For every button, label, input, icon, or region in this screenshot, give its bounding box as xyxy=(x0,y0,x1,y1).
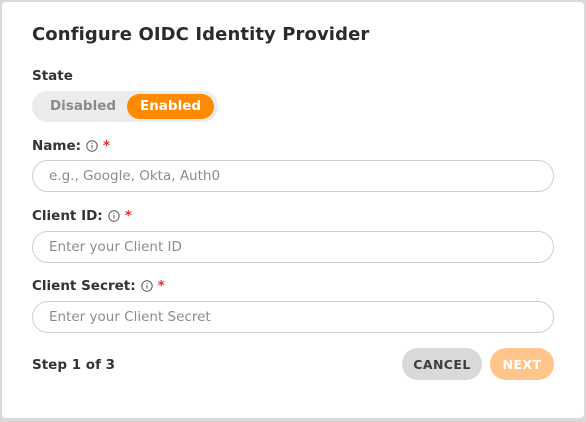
state-toggle[interactable]: Disabled Enabled xyxy=(32,91,218,122)
info-icon[interactable] xyxy=(108,210,120,222)
client-id-label-row: Client ID: * xyxy=(32,208,132,224)
name-label-row: Name: * xyxy=(32,138,110,154)
name-input[interactable] xyxy=(32,160,554,192)
client-secret-label: Client Secret: xyxy=(32,278,136,294)
state-option-enabled[interactable]: Enabled xyxy=(127,94,214,119)
cancel-button[interactable]: CANCEL xyxy=(402,348,482,380)
step-indicator: Step 1 of 3 xyxy=(32,357,116,373)
info-icon[interactable] xyxy=(86,140,98,152)
next-button[interactable]: NEXT xyxy=(490,348,554,380)
oidc-config-dialog: Configure OIDC Identity Provider State D… xyxy=(2,2,584,418)
client-id-input[interactable] xyxy=(32,231,554,263)
client-id-label: Client ID: xyxy=(32,208,103,224)
info-icon[interactable] xyxy=(140,280,153,292)
required-asterisk: * xyxy=(124,208,132,224)
state-label-row: State xyxy=(32,68,73,84)
required-asterisk: * xyxy=(103,138,111,154)
client-secret-label-row: Client Secret: * xyxy=(32,278,165,294)
name-label: Name: xyxy=(32,138,82,154)
required-asterisk: * xyxy=(157,278,165,294)
client-secret-input[interactable] xyxy=(32,301,554,333)
state-option-disabled[interactable]: Disabled xyxy=(40,94,126,119)
state-label: State xyxy=(32,68,73,84)
dialog-title: Configure OIDC Identity Provider xyxy=(32,24,370,45)
